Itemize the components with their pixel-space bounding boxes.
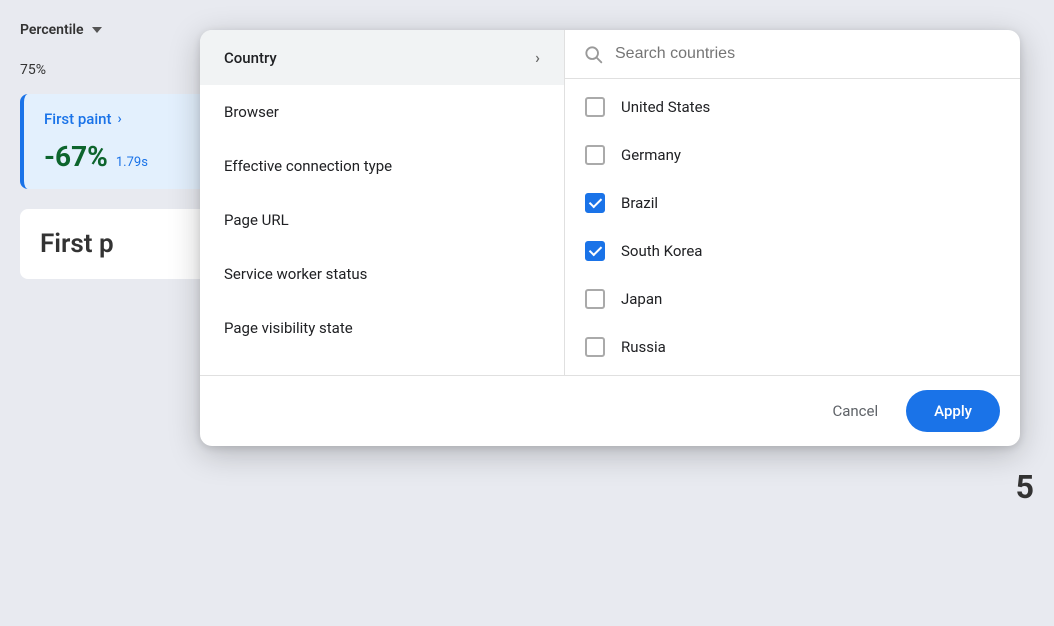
chevron-down-icon bbox=[92, 27, 102, 33]
percentile-label: Percentile bbox=[20, 22, 84, 38]
country-name: Brazil bbox=[621, 194, 658, 212]
right-panel: United States Germany Brazil South Korea Jap… bbox=[565, 30, 1020, 375]
menu-item-label: Country bbox=[224, 49, 277, 67]
country-name: United States bbox=[621, 98, 710, 116]
country-item[interactable]: Germany bbox=[565, 131, 1020, 179]
menu-item-arrow: › bbox=[535, 48, 540, 67]
country-name: South Korea bbox=[621, 242, 702, 260]
apply-button[interactable]: Apply bbox=[906, 390, 1000, 432]
country-name: Germany bbox=[621, 146, 681, 164]
menu-item-label: Page URL bbox=[224, 211, 289, 229]
cancel-button[interactable]: Cancel bbox=[816, 392, 894, 430]
first-paint-sub: 1.79s bbox=[116, 155, 148, 170]
country-item[interactable]: Russia bbox=[565, 323, 1020, 371]
dropdown-body: Country › Browser Effective connection type… bbox=[200, 30, 1020, 375]
menu-item-page_visibility[interactable]: Page visibility state bbox=[200, 301, 564, 355]
first-paint-label: First paint bbox=[44, 110, 112, 128]
search-icon bbox=[583, 44, 603, 64]
dropdown-footer: Cancel Apply bbox=[200, 375, 1020, 446]
country-name: Russia bbox=[621, 338, 666, 356]
first-paint-card: First paint › -67% 1.79s bbox=[20, 94, 230, 189]
left-panel: Country › Browser Effective connection type… bbox=[200, 30, 565, 375]
menu-item-country[interactable]: Country › bbox=[200, 30, 564, 85]
first-paint-big-label: First p bbox=[40, 229, 114, 259]
menu-item-label: Page visibility state bbox=[224, 319, 353, 337]
percentile-value: 75% bbox=[20, 62, 46, 78]
first-paint-title: First paint › bbox=[44, 110, 210, 128]
country-item[interactable]: Brazil bbox=[565, 179, 1020, 227]
countries-list: United States Germany Brazil South Korea Jap… bbox=[565, 79, 1020, 375]
left-menu: Country › Browser Effective connection type… bbox=[200, 30, 564, 355]
first-paint-arrow: › bbox=[118, 111, 122, 127]
menu-item-page_url[interactable]: Page URL bbox=[200, 193, 564, 247]
country-item[interactable]: South Korea bbox=[565, 227, 1020, 275]
country-item[interactable]: United States bbox=[565, 83, 1020, 131]
menu-item-connection_type[interactable]: Effective connection type bbox=[200, 139, 564, 193]
search-input[interactable] bbox=[615, 45, 1002, 63]
number-badge: 5 bbox=[1016, 468, 1034, 506]
checkbox-brazil[interactable] bbox=[585, 193, 605, 213]
country-name: Japan bbox=[621, 290, 662, 308]
checkbox-russia[interactable] bbox=[585, 337, 605, 357]
checkbox-germany[interactable] bbox=[585, 145, 605, 165]
filter-dropdown: Country › Browser Effective connection type… bbox=[200, 30, 1020, 446]
checkbox-south-korea[interactable] bbox=[585, 241, 605, 261]
checkbox-japan[interactable] bbox=[585, 289, 605, 309]
menu-item-service_worker[interactable]: Service worker status bbox=[200, 247, 564, 301]
menu-item-label: Browser bbox=[224, 103, 279, 121]
search-bar bbox=[565, 30, 1020, 79]
country-item[interactable]: Japan bbox=[565, 275, 1020, 323]
first-paint-value: -67% bbox=[44, 140, 108, 173]
checkbox-united-states[interactable] bbox=[585, 97, 605, 117]
menu-item-label: Service worker status bbox=[224, 265, 367, 283]
menu-item-browser[interactable]: Browser bbox=[200, 85, 564, 139]
menu-item-label: Effective connection type bbox=[224, 157, 392, 175]
